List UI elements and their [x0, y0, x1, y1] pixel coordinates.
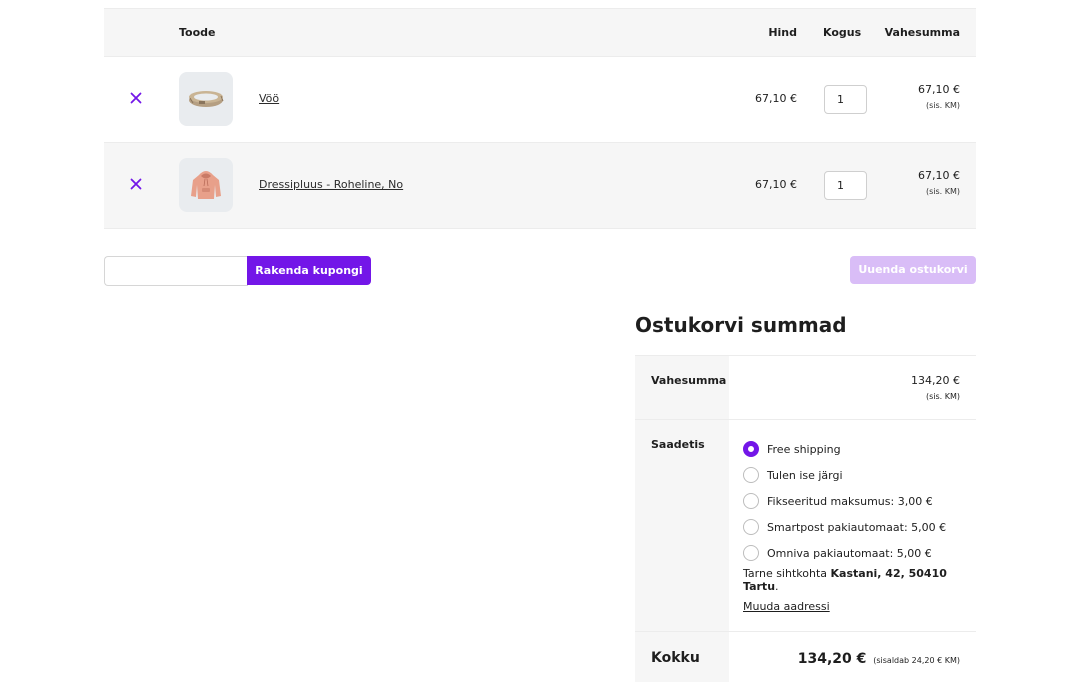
hoodie-icon — [191, 171, 221, 199]
product-image-belt[interactable] — [179, 72, 233, 126]
shipping-destination: Tarne sihtkohta Kastani, 42, 50410 Tartu… — [743, 567, 976, 593]
destination-prefix: Tarne sihtkohta — [743, 567, 828, 580]
header-product: Toode — [179, 26, 216, 39]
subtotal-value-cell: 134,20 € (sis. KM) — [729, 356, 976, 401]
product-name-link[interactable]: Vöö — [259, 92, 279, 105]
subtotal-amount: 67,10 € — [918, 83, 960, 96]
shipping-option-label: Omniva pakiautomaat: 5,00 € — [767, 546, 932, 560]
change-address-link[interactable]: Muuda aadressi — [743, 600, 830, 613]
radio-button[interactable] — [743, 519, 759, 535]
quantity-input[interactable]: 1 — [824, 171, 867, 200]
subtotal-tax-note: (sis. KM) — [925, 392, 960, 401]
tax-note: (sis. KM) — [925, 187, 960, 196]
belt-icon — [189, 91, 224, 107]
cart-item-row: Dressipluus - Roheline, No 67,10 € 1 67,… — [104, 143, 976, 229]
radio-button[interactable] — [743, 545, 759, 561]
cart-table: Toode Hind Kogus Vahesumma Vöö 67,10 € 1… — [104, 8, 976, 229]
update-cart-button[interactable]: Uuenda ostukorvi — [850, 256, 976, 284]
product-subtotal: 67,10 € (sis. KM) — [918, 83, 960, 110]
cart-totals-table: Vahesumma 134,20 € (sis. KM) Saadetis Fr… — [635, 355, 976, 682]
close-icon — [130, 92, 142, 104]
shipping-option-smartpost[interactable]: Smartpost pakiautomaat: 5,00 € — [743, 514, 946, 540]
product-price: 67,10 € — [755, 178, 797, 191]
totals-shipping-row: Saadetis Free shipping Tulen ise järgi F… — [635, 420, 976, 632]
total-tax-included: (sisaldab 24,20 € KM) — [873, 656, 960, 665]
remove-item-button[interactable] — [129, 91, 143, 105]
total-value-cell: 134,20 € (sisaldab 24,20 € KM) — [798, 651, 960, 667]
cart-totals-title: Ostukorvi summad — [635, 313, 847, 337]
shipping-option-flat-rate[interactable]: Fikseeritud maksumus: 3,00 € — [743, 488, 946, 514]
product-name-link[interactable]: Dressipluus - Roheline, No — [259, 178, 403, 191]
subtotal-value: 134,20 € — [911, 374, 960, 387]
total-label: Kokku — [635, 632, 729, 682]
shipping-option-label: Fikseeritud maksumus: 3,00 € — [767, 494, 933, 508]
quantity-input[interactable]: 1 — [824, 85, 867, 114]
cart-item-row: Vöö 67,10 € 1 67,10 € (sis. KM) — [104, 57, 976, 143]
radio-button[interactable] — [743, 467, 759, 483]
cart-header-row: Toode Hind Kogus Vahesumma — [104, 8, 976, 57]
shipping-label: Saadetis — [635, 420, 729, 631]
header-subtotal: Vahesumma — [884, 26, 960, 39]
shipping-option-omniva[interactable]: Omniva pakiautomaat: 5,00 € — [743, 540, 946, 566]
shipping-option-label: Free shipping — [767, 442, 841, 456]
header-quantity: Kogus — [823, 26, 862, 39]
totals-subtotal-row: Vahesumma 134,20 € (sis. KM) — [635, 356, 976, 420]
shipping-option-label: Smartpost pakiautomaat: 5,00 € — [767, 520, 947, 534]
subtotal-label: Vahesumma — [635, 356, 729, 419]
totals-total-row: Kokku 134,20 € (sisaldab 24,20 € KM) — [635, 632, 976, 682]
header-price: Hind — [768, 26, 797, 39]
shipping-option-free[interactable]: Free shipping — [743, 436, 946, 462]
product-price: 67,10 € — [755, 92, 797, 105]
product-subtotal: 67,10 € (sis. KM) — [918, 169, 960, 196]
close-icon — [130, 178, 142, 190]
radio-button-checked[interactable] — [743, 441, 759, 457]
destination-suffix: . — [775, 580, 779, 593]
radio-button[interactable] — [743, 493, 759, 509]
coupon-code-input[interactable] — [104, 256, 248, 286]
tax-note: (sis. KM) — [925, 101, 960, 110]
product-image-hoodie[interactable] — [179, 158, 233, 212]
shipping-option-pickup[interactable]: Tulen ise järgi — [743, 462, 946, 488]
total-value: 134,20 € — [797, 651, 867, 667]
apply-coupon-button[interactable]: Rakenda kupongi — [247, 256, 371, 285]
shipping-options: Free shipping Tulen ise järgi Fikseeritu… — [743, 436, 946, 566]
remove-item-button[interactable] — [129, 177, 143, 191]
subtotal-amount: 67,10 € — [918, 169, 960, 182]
shipping-option-label: Tulen ise järgi — [767, 468, 843, 482]
